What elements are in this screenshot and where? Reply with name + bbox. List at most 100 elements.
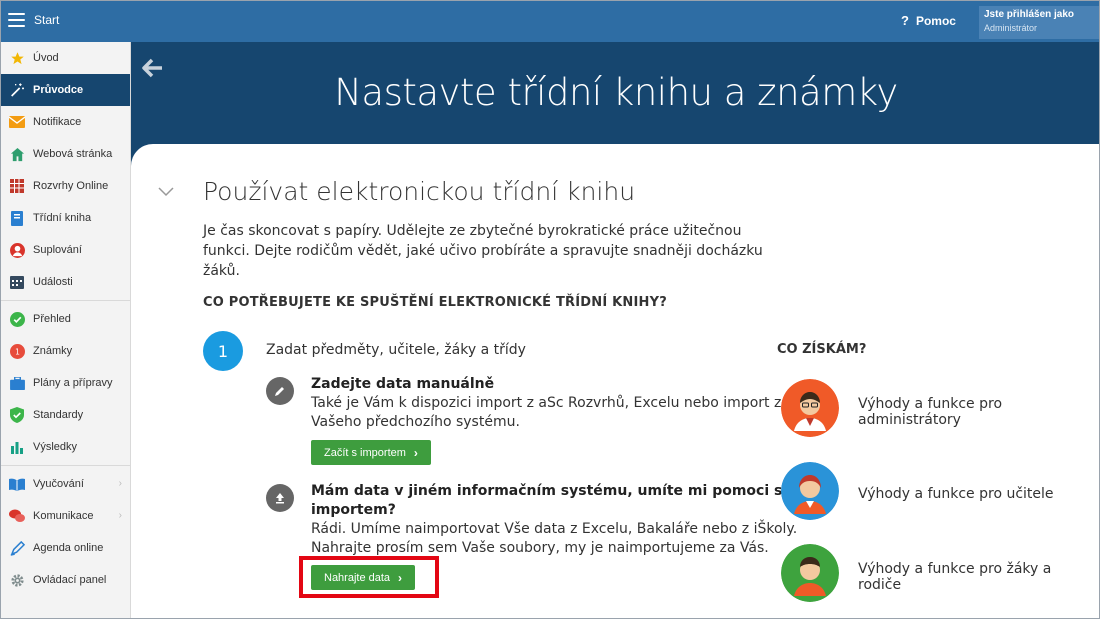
- benefits-students-parents-link[interactable]: Výhody a funkce pro žáky a rodiče: [858, 561, 1078, 593]
- sidebar-item-notifikace[interactable]: Notifikace: [1, 106, 130, 138]
- question-mark-icon: ?: [901, 13, 909, 28]
- section-title: Používat elektronickou třídní knihu: [203, 177, 636, 206]
- sidebar-item-label: Standardy: [33, 409, 84, 421]
- check-circle-icon: [9, 311, 25, 327]
- events-calendar-icon: [9, 274, 25, 290]
- sidebar-item-label: Suplování: [33, 244, 82, 256]
- sidebar-item-prehled[interactable]: Přehled: [1, 303, 130, 335]
- sidebar-item-label: Ovládací panel: [33, 574, 107, 586]
- logged-in-label: Jste přihlášen jako: [984, 9, 1075, 20]
- upload-data-button[interactable]: Nahrajte data ›: [311, 565, 416, 590]
- sidebar-item-rozvrhy-online[interactable]: Rozvrhy Online: [1, 170, 130, 202]
- requirements-heading: CO POTŘEBUJETE KE SPUŠTĚNÍ ELEKTRONICKÉ …: [203, 295, 667, 310]
- step-number-badge: 1: [203, 331, 243, 371]
- envelope-icon: [9, 114, 25, 130]
- sidebar-item-standardy[interactable]: Standardy: [1, 399, 130, 431]
- sidebar-item-label: Rozvrhy Online: [33, 180, 109, 192]
- sidebar-item-ovladaci-panel[interactable]: Ovládací panel: [1, 564, 130, 596]
- shield-check-icon: [9, 407, 25, 423]
- grades-icon: 1: [9, 343, 25, 359]
- sidebar-item-label: Vyučování: [33, 478, 84, 490]
- start-label[interactable]: Start: [34, 13, 59, 27]
- hamburger-menu-icon[interactable]: [8, 13, 25, 27]
- top-bar: Start ? Pomoc Jste přihlášen jako Adminis…: [1, 1, 1099, 42]
- user-account-box[interactable]: Jste přihlášen jako Administrátor: [979, 6, 1099, 39]
- sidebar-item-label: Události: [33, 276, 73, 288]
- sidebar-item-label: Webová stránka: [33, 148, 113, 160]
- benefit-line: Výhody a funkce pro: [858, 396, 1003, 412]
- pencil-icon: [266, 377, 294, 405]
- sidebar-item-suplovani[interactable]: Suplování: [1, 234, 130, 266]
- other-system-title-line2: importem?: [311, 502, 396, 518]
- benefits-admin-link[interactable]: Výhody a funkce pro administrátory: [858, 396, 1078, 428]
- sidebar-item-znamky[interactable]: 1 Známky: [1, 335, 130, 367]
- sidebar-item-agenda-online[interactable]: Agenda online: [1, 532, 130, 564]
- sidebar-item-uvod[interactable]: Úvod: [1, 42, 130, 74]
- other-system-text-line1: Rádi. Umíme naimportovat Vše data z Exce…: [311, 521, 798, 537]
- sidebar-item-label: Známky: [33, 345, 73, 357]
- section-intro: Je čas skoncovat s papíry. Udělejte ze z…: [203, 223, 763, 279]
- benefit-line: administrátory: [858, 412, 961, 428]
- sidebar-item-pruvodce[interactable]: Průvodce: [1, 74, 130, 106]
- sidebar: Úvod Průvodce Notifikace Webová stránka …: [1, 42, 131, 618]
- gear-icon: [9, 572, 25, 588]
- sidebar-item-label: Komunikace: [33, 510, 94, 522]
- sidebar-item-label: Třídní kniha: [33, 212, 92, 224]
- sidebar-item-label: Plány a přípravy: [33, 377, 113, 389]
- benefit-line: Výhody a funkce pro učitele: [858, 486, 1054, 502]
- sidebar-item-vyucovani[interactable]: Vyučování ›: [1, 468, 130, 500]
- pen-icon: [9, 540, 25, 556]
- sidebar-item-plany-a-pripravy[interactable]: Plány a přípravy: [1, 367, 130, 399]
- chevron-right-icon: ›: [118, 478, 122, 489]
- svg-text:1: 1: [15, 347, 20, 356]
- book-icon: [9, 210, 25, 226]
- start-import-label: Začít s importem: [324, 446, 406, 459]
- briefcase-icon: [9, 375, 25, 391]
- administrator-avatar-icon[interactable]: [781, 379, 839, 437]
- benefits-heading: CO ZÍSKÁM?: [777, 342, 867, 357]
- magic-wand-icon: [9, 82, 25, 98]
- sidebar-item-vysledky[interactable]: Výsledky: [1, 431, 130, 463]
- manual-entry-text-line2: Vašeho předchozího systému.: [311, 414, 520, 430]
- sidebar-item-label: Notifikace: [33, 116, 82, 128]
- app-window: Start ? Pomoc Jste přihlášen jako Adminis…: [0, 0, 1100, 619]
- sidebar-item-label: Agenda online: [33, 542, 104, 554]
- manual-entry-title: Zadejte data manuálně: [311, 376, 495, 392]
- substitute-person-icon: [9, 242, 25, 258]
- sidebar-item-komunikace[interactable]: Komunikace ›: [1, 500, 130, 532]
- student-avatar-icon[interactable]: [781, 544, 839, 602]
- sidebar-divider: [1, 300, 130, 301]
- other-system-title-line1: Mám data v jiném informačním systému, um…: [311, 483, 783, 499]
- star-icon: [9, 50, 25, 66]
- user-role: Administrátor: [984, 23, 1038, 33]
- sidebar-item-webova-stranka[interactable]: Webová stránka: [1, 138, 130, 170]
- chevron-right-icon: ›: [398, 570, 403, 585]
- upload-icon: [266, 484, 294, 512]
- benefit-line: rodiče: [858, 577, 902, 593]
- manual-entry-text-line1: Také je Vám k dispozici import z aSc Roz…: [311, 395, 782, 411]
- chevron-down-icon[interactable]: [158, 182, 174, 197]
- bar-chart-icon: [9, 439, 25, 455]
- help-label: Pomoc: [915, 14, 956, 28]
- open-book-icon: [9, 476, 25, 492]
- sidebar-item-udalosti[interactable]: Události: [1, 266, 130, 298]
- step-label: Zadat předměty, učitele, žáky a třídy: [266, 342, 526, 358]
- teacher-avatar-icon[interactable]: [781, 462, 839, 520]
- page-title: Nastavte třídní knihu a známky: [334, 71, 898, 114]
- sidebar-divider: [1, 465, 130, 466]
- chevron-right-icon: ›: [413, 445, 418, 460]
- sidebar-item-label: Výsledky: [33, 441, 78, 453]
- upload-data-label: Nahrajte data: [324, 571, 391, 584]
- chat-icon: [9, 508, 25, 524]
- sidebar-item-tridni-kniha[interactable]: Třídní kniha: [1, 202, 130, 234]
- start-import-button[interactable]: Začít s importem ›: [311, 440, 431, 465]
- benefits-teacher-link[interactable]: Výhody a funkce pro učitele: [858, 486, 1078, 502]
- chevron-right-icon: ›: [118, 510, 122, 521]
- sidebar-item-label: Přehled: [33, 313, 71, 325]
- sidebar-item-label: Průvodce: [33, 84, 84, 96]
- home-icon: [9, 146, 25, 162]
- page-banner: Nastavte třídní knihu a známky: [131, 42, 1099, 144]
- help-link[interactable]: ? Pomoc: [901, 13, 956, 28]
- sidebar-item-label: Úvod: [33, 52, 59, 64]
- calendar-grid-icon: [9, 178, 25, 194]
